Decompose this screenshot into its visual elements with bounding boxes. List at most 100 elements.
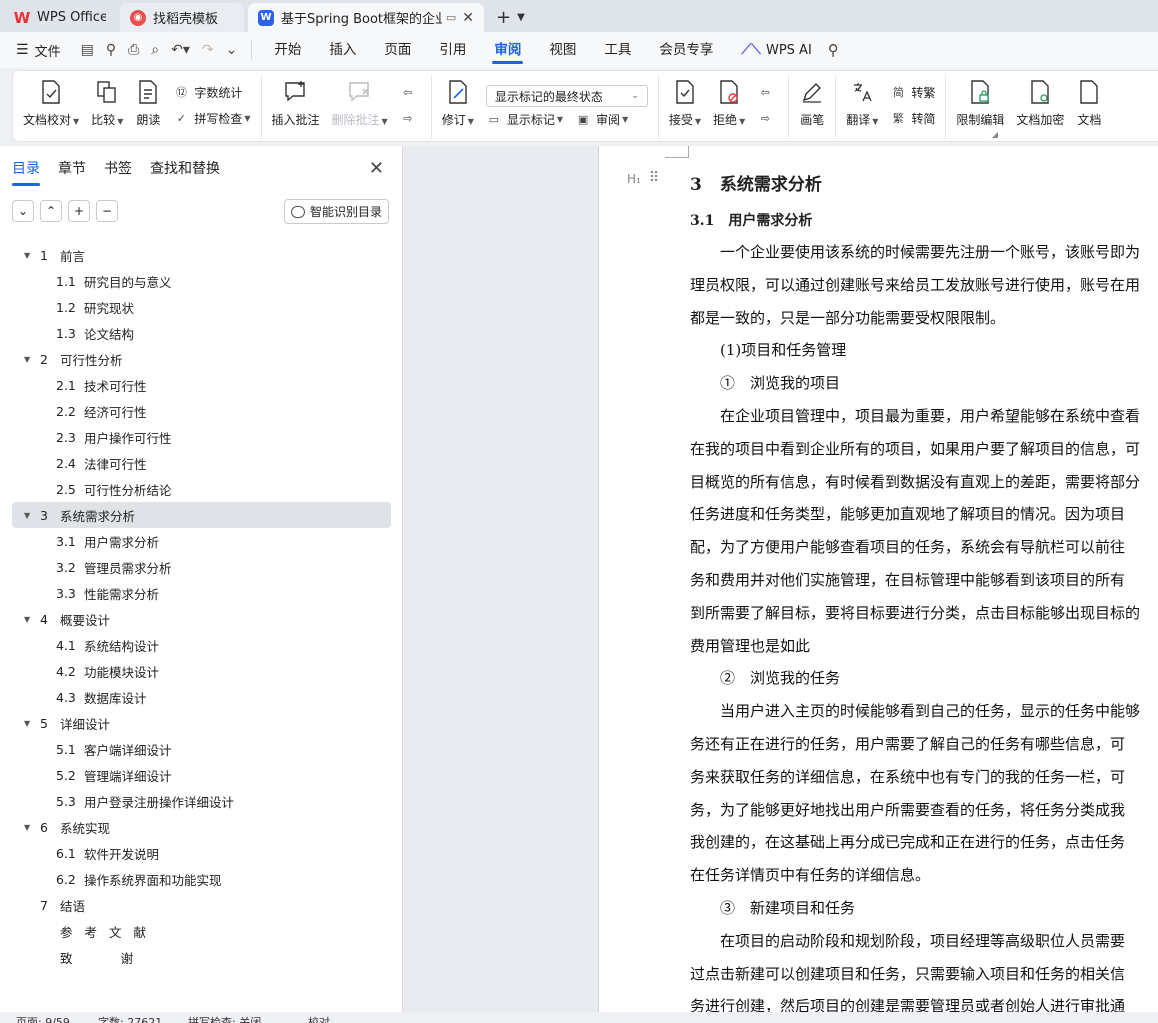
toc-item[interactable]: 1.2 研究现状 [0,294,403,320]
expand-triangle-icon[interactable]: ▼ [24,355,34,364]
new-tab-button[interactable]: + ▼ [488,3,533,32]
body-text-line[interactable]: ① 浏览我的项目 [690,373,840,393]
toc-item[interactable]: 4.2 功能模块设计 [0,658,403,684]
document-more-button[interactable]: 文档 [1070,75,1108,139]
print-preview-icon[interactable]: ⌕ [151,42,159,58]
file-menu-button[interactable]: ☰ 文件 [0,41,71,60]
wps-ai-button[interactable]: ⟋⟍ WPS AI [727,42,821,58]
menu-tab-view[interactable]: 视图 [535,32,590,68]
body-text-line[interactable]: ② 浏览我的任务 [690,668,840,688]
body-text-line[interactable]: 配，为了方便用户能够查看项目的任务，系统会有导航栏可以前往 [690,537,1125,557]
toc-item[interactable]: 2.5 可行性分析结论 [0,476,403,502]
heading-level-icon[interactable]: H₁ [627,172,641,186]
body-text-line[interactable]: 务，为了能够更好地找出用户所需要查看的任务，将任务分类成我 [690,800,1125,820]
toc-item[interactable]: 5.2 管理端详细设计 [0,762,403,788]
toc-item[interactable]: 3.3 性能需求分析 [0,580,403,606]
insert-comment-button[interactable]: 插入批注 [266,75,326,139]
toc-item[interactable]: 7 结语 [0,892,403,918]
body-text-line[interactable]: 务来获取任务的详细信息，在系统中也有专门的我的任务一栏，可 [690,767,1125,787]
body-text-line[interactable]: 在我的项目中看到企业所有的项目，如果用户要了解项目的信息，可 [690,439,1140,459]
more-chevron-icon[interactable]: ⌄ [226,42,238,58]
menu-tab-insert[interactable]: 插入 [315,32,370,68]
proof-indicator[interactable]: 校对 [308,1014,330,1023]
nav-tab-bookmarks[interactable]: 书签 [104,146,132,190]
toc-item[interactable]: 6.2 操作系统界面和功能实现 [0,866,403,892]
to-simplified-button[interactable]: 繁转简 [890,106,936,130]
toc-item[interactable]: 参考文献 [0,918,403,944]
chevron-down-icon[interactable]: ▼ [517,12,525,23]
markup-state-select[interactable]: 显示标记的最终状态 ⌄ [485,85,648,107]
body-text-line[interactable]: 到所需要了解目标，要将目标要进行分类，点击目标能够出现目标的 [690,603,1140,623]
body-text-line[interactable]: 务和费用并对他们实施管理，在目标管理中能够看到该项目的所有 [690,570,1125,590]
compare-button[interactable]: 比较 ▼ [85,75,129,139]
toc-item[interactable]: 1.1 研究目的与意义 [0,268,403,294]
heading-1[interactable]: 3 系统需求分析 [690,170,822,195]
body-text-line[interactable]: 在企业项目管理中，项目最为重要，用户希望能够在系统中查看 [690,406,1140,426]
menu-tab-home[interactable]: 开始 [260,32,315,68]
body-text-line[interactable]: ③ 新建项目和任务 [690,898,855,918]
read-aloud-button[interactable]: 朗读 [129,75,167,139]
reject-button[interactable]: 拒绝 ▼ [707,75,751,139]
toc-item[interactable]: ▼ 2 可行性分析 [0,346,403,372]
menu-tab-reference[interactable]: 引用 [425,32,480,68]
body-text-line[interactable]: 任务进度和任务类型，能够更加直观地了解项目的情况。因为项目 [690,504,1125,524]
tab-template[interactable]: ◉ 找稻壳模板 [120,3,244,32]
nav-tab-find-replace[interactable]: 查找和替换 [150,146,220,190]
restrict-edit-button[interactable]: 限制编辑 [950,75,1010,139]
toc-item[interactable]: ▼ 1 前言 [0,242,403,268]
toc-item[interactable]: 2.3 用户操作可行性 [0,424,403,450]
toc-item[interactable]: 5.1 客户端详细设计 [0,736,403,762]
expand-triangle-icon[interactable]: ▼ [24,251,34,260]
spell-check-button[interactable]: ✓ 拼写检查 ▼ [173,106,251,130]
add-heading-icon[interactable]: + [68,200,90,222]
next-comment-icon[interactable]: ⇨ [400,106,421,130]
show-markup-button[interactable]: ▭ 显示标记 ▼ [486,107,563,131]
document-page[interactable]: H₁ ⠿ 3 系统需求分析 3.1 用户需求分析 一个企业要使用该系统的时候需要先注… [598,146,1158,1012]
body-text-line[interactable]: 目概览的所有信息，有时候看到数据没有直观上的差距，需要将部分 [690,472,1140,492]
review-pane-button[interactable]: ▣ 审阅 ▼ [575,107,628,131]
spell-check-indicator[interactable]: 拼写检查: 关闭 [188,1014,261,1023]
search-icon[interactable]: ⚲ [828,41,839,59]
save-icon[interactable]: ▤ [81,42,94,58]
drag-handle-icon[interactable]: ⠿ [649,170,659,186]
menu-tab-member[interactable]: 会员专享 [645,32,727,68]
expand-dialog-icon[interactable]: ◢ [992,130,998,139]
toc-item[interactable]: ▼ 5 详细设计 [0,710,403,736]
body-text-line[interactable]: 务还有正在进行的任务，用户需要了解自己的任务有哪些信息，可 [690,734,1125,754]
revise-button[interactable]: 修订 ▼ [436,75,480,139]
body-text-line[interactable]: 在任务详情页中有任务的详细信息。 [690,865,930,885]
remove-heading-icon[interactable]: − [96,200,118,222]
nav-tab-toc[interactable]: 目录 [12,146,40,190]
page-indicator[interactable]: 页面: 9/59 [16,1014,70,1023]
toc-item[interactable]: 3.2 管理员需求分析 [0,554,403,580]
collapse-down-icon[interactable]: ⌄ [12,200,34,222]
translate-button[interactable]: 翻译 ▼ [840,75,884,139]
doc-check-button[interactable]: 文档校对 ▼ [17,75,85,139]
toc-item[interactable]: 5.3 用户登录注册操作详细设计 [0,788,403,814]
body-text-line[interactable]: 务进行创建，然后项目的创建是需要管理员或者创始人进行审批通 [690,996,1125,1012]
toc-item[interactable]: 6.1 软件开发说明 [0,840,403,866]
word-count-indicator[interactable]: 字数: 27621 [98,1014,162,1023]
toc-item[interactable]: ▼ 6 系统实现 [0,814,403,840]
share-icon[interactable]: ⚲ [106,42,116,58]
previous-comment-icon[interactable]: ⇦ [400,80,421,104]
menu-tab-review[interactable]: 审阅 [480,32,535,68]
toc-item[interactable]: 3.1 用户需求分析 [0,528,403,554]
menu-tab-tools[interactable]: 工具 [590,32,645,68]
menu-tab-page[interactable]: 页面 [370,32,425,68]
body-text-line[interactable]: 费用管理也是如此 [690,636,810,656]
expand-triangle-icon[interactable]: ▼ [24,719,34,728]
expand-triangle-icon[interactable]: ▼ [24,823,34,832]
toc-item[interactable]: 2.1 技术可行性 [0,372,403,398]
toc-item[interactable]: ▼ 3 系统需求分析 [12,502,391,528]
toc-item[interactable]: 2.2 经济可行性 [0,398,403,424]
body-text-line[interactable]: 当用户进入主页的时候能够看到自己的任务，显示的任务中能够 [690,701,1140,721]
close-tab-icon[interactable]: ✕ [462,10,474,26]
expand-triangle-icon[interactable]: ▼ [24,511,34,520]
encrypt-button[interactable]: 文档加密 [1010,75,1070,139]
accept-button[interactable]: 接受 ▼ [663,75,707,139]
nav-tab-sections[interactable]: 章节 [58,146,86,190]
toc-item[interactable]: 1.3 论文结构 [0,320,403,346]
toc-item[interactable]: 4.1 系统结构设计 [0,632,403,658]
print-icon[interactable]: ⎙ [128,42,139,58]
